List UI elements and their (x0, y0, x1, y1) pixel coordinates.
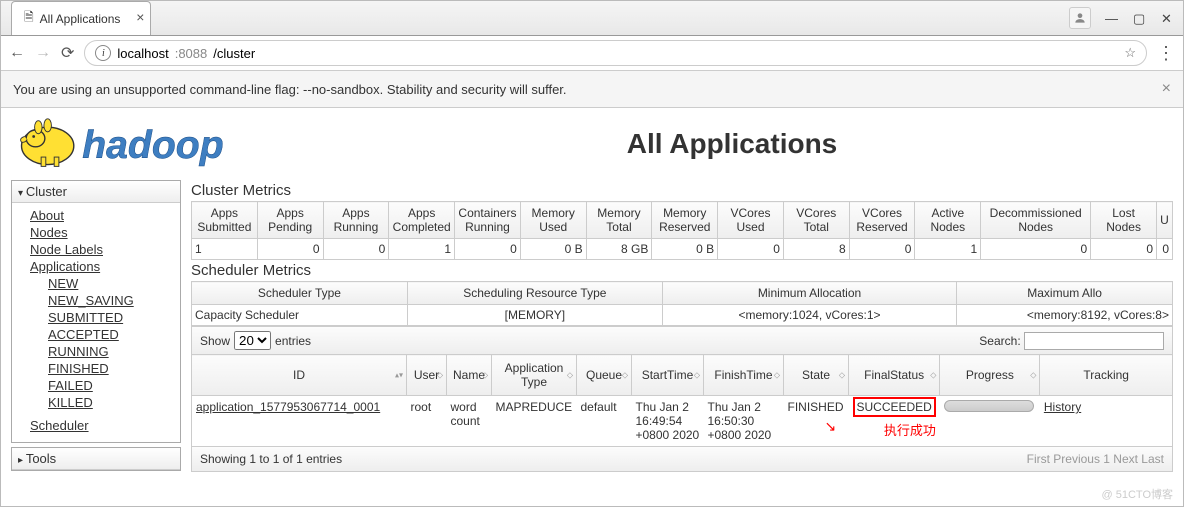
sidebar-link-new-saving[interactable]: NEW_SAVING (48, 292, 176, 309)
cluster-metrics-title: Cluster Metrics (191, 182, 1173, 199)
tracking-link[interactable]: History (1044, 400, 1081, 414)
svg-text:hadoop: hadoop (82, 124, 223, 167)
show-label: Show (200, 334, 230, 348)
table-row: application_1577953067714_0001 root word… (192, 396, 1173, 447)
cell-queue: default (577, 396, 632, 447)
sidebar-link-applications[interactable]: Applications (30, 258, 176, 275)
tab-close-icon[interactable]: × (136, 9, 144, 25)
annotation-text: 执行成功 (884, 423, 936, 438)
search-label: Search: (979, 334, 1020, 348)
col-name[interactable]: Name◇ (447, 355, 492, 396)
sidebar-link-about[interactable]: About (30, 207, 176, 224)
url-path: /cluster (213, 46, 255, 61)
col-start[interactable]: StartTime◇ (632, 355, 704, 396)
menu-icon[interactable]: ⋮ (1157, 43, 1175, 64)
scheduler-metrics-title: Scheduler Metrics (191, 262, 1173, 279)
site-info-icon[interactable]: i (95, 45, 111, 61)
col-final[interactable]: FinalStatus◇ (849, 355, 940, 396)
sidebar-link-nodes[interactable]: Nodes (30, 224, 176, 241)
sidebar-link-accepted[interactable]: ACCEPTED (48, 326, 176, 343)
page-title: All Applications (295, 128, 1169, 160)
warning-bar: You are using an unsupported command-lin… (1, 71, 1183, 108)
cell-type: MAPREDUCE (492, 396, 577, 447)
app-id-link[interactable]: application_1577953067714_0001 (196, 400, 380, 414)
browser-tab[interactable]: 🗎 All Applications × (11, 1, 151, 35)
col-id[interactable]: ID▴▾ (192, 355, 407, 396)
sidebar-cluster-header[interactable]: Cluster (12, 181, 180, 203)
sidebar-link-scheduler[interactable]: Scheduler (30, 417, 176, 434)
applications-table: ID▴▾ User◇ Name◇ Application Type◇ Queue… (191, 354, 1173, 447)
table-info: Showing 1 to 1 of 1 entries (200, 452, 342, 466)
minimize-icon[interactable]: — (1105, 11, 1119, 25)
progress-bar (944, 400, 1034, 412)
tab-title: All Applications (40, 12, 121, 26)
col-tracking[interactable]: Tracking (1040, 355, 1173, 396)
cell-start: Thu Jan 2 16:49:54 +0800 2020 (632, 396, 704, 447)
annotation-arrow-icon: ↘ (825, 418, 837, 435)
maximize-icon[interactable]: ▢ (1133, 11, 1147, 25)
search-input[interactable] (1024, 332, 1164, 350)
cell-finish: Thu Jan 2 16:50:30 +0800 2020 (704, 396, 784, 447)
col-queue[interactable]: Queue◇ (577, 355, 632, 396)
warning-close-icon[interactable]: × (1162, 80, 1171, 98)
page-icon: 🗎 (24, 8, 34, 29)
profile-avatar[interactable] (1069, 7, 1091, 29)
cell-state: FINISHED (784, 396, 849, 447)
sidebar-link-running[interactable]: RUNNING (48, 343, 176, 360)
sidebar-link-killed[interactable]: KILLED (48, 394, 176, 411)
warning-text: You are using an unsupported command-lin… (13, 82, 567, 97)
sidebar-link-new[interactable]: NEW (48, 275, 176, 292)
col-user[interactable]: User◇ (407, 355, 447, 396)
sidebar-link-finished[interactable]: FINISHED (48, 360, 176, 377)
col-progress[interactable]: Progress◇ (940, 355, 1040, 396)
cell-user: root (407, 396, 447, 447)
back-icon[interactable]: ← (9, 44, 25, 62)
url-port: :8088 (175, 46, 208, 61)
hadoop-logo: hadoop (15, 114, 295, 174)
close-icon[interactable]: ✕ (1161, 11, 1175, 25)
page-size-select[interactable]: 20 (234, 331, 271, 350)
sidebar-tools-header[interactable]: Tools (12, 448, 180, 470)
url-input[interactable]: i localhost :8088/cluster ☆ (84, 40, 1147, 66)
reload-icon[interactable]: ⟳ (61, 43, 74, 63)
cell-name: word count (447, 396, 492, 447)
scheduler-metrics-table: Scheduler TypeScheduling Resource TypeMi… (191, 281, 1173, 326)
table-pager[interactable]: First Previous 1 Next Last (1027, 452, 1164, 466)
col-type[interactable]: Application Type◇ (492, 355, 577, 396)
sidebar-link-node-labels[interactable]: Node Labels (30, 241, 176, 258)
url-host: localhost (117, 46, 168, 61)
cell-finalstatus: SUCCEEDED (853, 397, 936, 417)
entries-label: entries (275, 334, 311, 348)
cluster-metrics-table: Apps SubmittedApps PendingApps RunningAp… (191, 201, 1173, 260)
col-finish[interactable]: FinishTime◇ (704, 355, 784, 396)
forward-icon: → (35, 44, 51, 62)
sidebar-link-failed[interactable]: FAILED (48, 377, 176, 394)
bookmark-icon[interactable]: ☆ (1124, 45, 1136, 61)
col-state[interactable]: State◇ (784, 355, 849, 396)
watermark: @ 51CTO博客 (1102, 486, 1173, 502)
sidebar-link-submitted[interactable]: SUBMITTED (48, 309, 176, 326)
